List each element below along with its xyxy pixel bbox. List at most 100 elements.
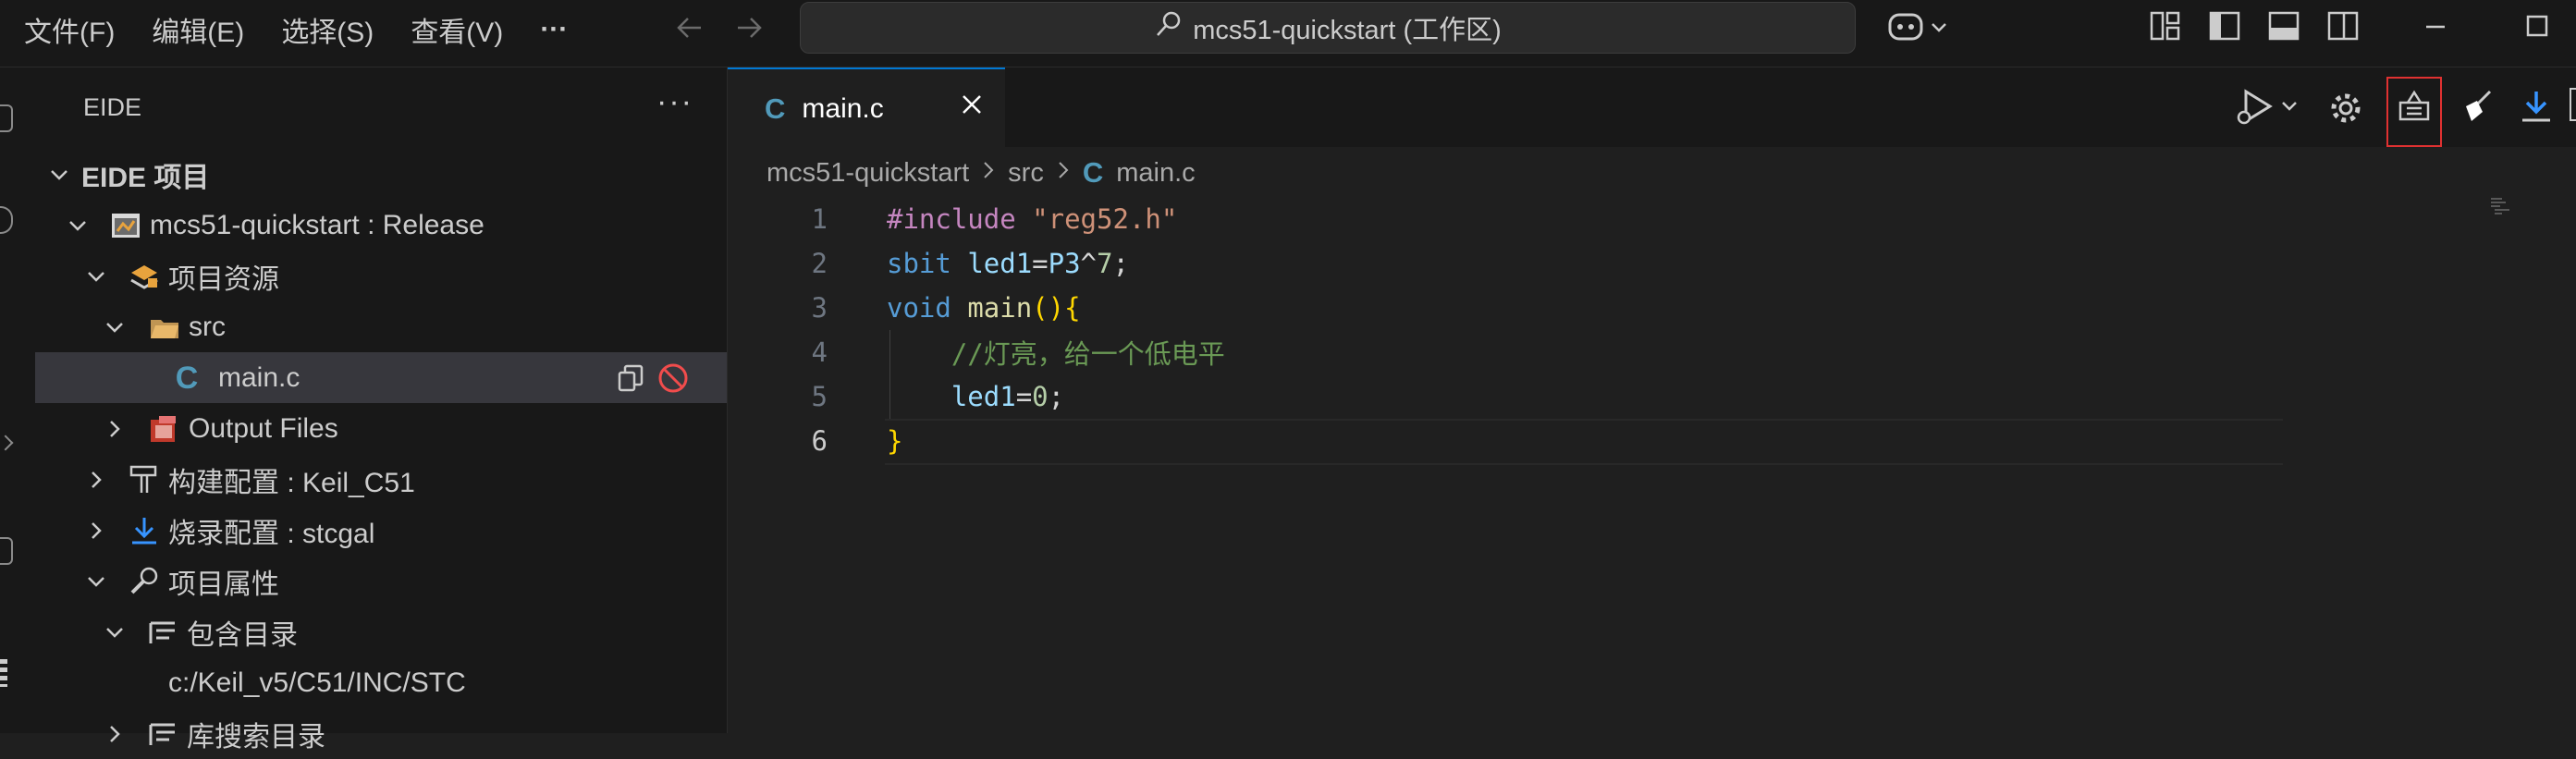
- customize-layout-icon[interactable]: [2149, 9, 2182, 47]
- gear-icon[interactable]: [2327, 90, 2364, 131]
- search-view-icon[interactable]: [0, 206, 13, 234]
- code-token: led1: [951, 381, 1016, 412]
- chevron-right-icon: [1053, 158, 1073, 189]
- tree-item-include-dirs[interactable]: 包含目录: [35, 606, 727, 657]
- sidebar-more-actions[interactable]: ···: [656, 84, 693, 120]
- tree-item-build-config[interactable]: 构建配置 : Keil_C51: [35, 454, 727, 505]
- menu-file[interactable]: 文件(F): [24, 9, 115, 50]
- tree-item-project-resources[interactable]: 项目资源: [35, 251, 727, 301]
- menu-view[interactable]: 查看(V): [411, 9, 503, 50]
- code-token: =: [1015, 381, 1033, 412]
- tree-label: 构建配置 : Keil_C51: [168, 467, 415, 498]
- more-actions-icon[interactable]: [2570, 88, 2576, 121]
- output-files-icon: [148, 412, 181, 446]
- menu-edit[interactable]: 编辑(E): [152, 9, 244, 50]
- code-line[interactable]: 5 led1=0;: [728, 374, 2484, 419]
- chevron-down-icon: [83, 569, 109, 594]
- run-debug-icon[interactable]: [2235, 86, 2300, 133]
- activity-bar: [0, 67, 35, 733]
- breadcrumb: mcs51-quickstart src C main.c: [767, 156, 1196, 190]
- clean-broom-icon[interactable]: [2459, 88, 2496, 129]
- copilot-icon[interactable]: [1886, 9, 1960, 51]
- tree-item-src-folder[interactable]: src: [35, 301, 727, 352]
- code-token: main: [967, 292, 1033, 324]
- chevron-right-icon: [978, 158, 999, 189]
- tab-bar: C main.c: [728, 67, 2576, 149]
- code-token: ;: [1112, 248, 1129, 279]
- toggle-secondary-sidebar-icon[interactable]: [2326, 9, 2360, 47]
- line-number: 4: [811, 337, 828, 368]
- breadcrumb-src[interactable]: src: [1008, 158, 1044, 189]
- menu-select[interactable]: 选择(S): [281, 9, 374, 50]
- tree-item-include-path[interactable]: c:/Keil_v5/C51/INC/STC: [35, 657, 727, 708]
- code-text: void main(){: [887, 292, 1081, 324]
- menu-more[interactable]: ···: [540, 14, 568, 45]
- close-icon[interactable]: [957, 90, 987, 127]
- maximize-icon[interactable]: [2521, 9, 2554, 47]
- back-arrow-icon[interactable]: [671, 9, 708, 55]
- tab-label: main.c: [802, 93, 884, 124]
- title-bar: 文件(F) 编辑(E) 选择(S) 查看(V) ··· mcs51-quicks…: [0, 0, 2576, 67]
- code-text: //灯亮，给一个低电平: [887, 333, 1225, 372]
- explorer-icon[interactable]: [0, 104, 13, 132]
- extensions-icon[interactable]: [0, 537, 13, 565]
- tree-label: 项目资源: [168, 263, 279, 295]
- tree-item-flash-config[interactable]: 烧录配置 : stcgal: [35, 505, 727, 556]
- project-icon: [109, 209, 142, 242]
- sidebar-title: EIDE: [83, 93, 142, 121]
- line-number: 6: [811, 425, 828, 457]
- tree-item-main-c[interactable]: C main.c: [35, 352, 727, 403]
- tab-main-c[interactable]: C main.c: [728, 67, 1005, 149]
- download-flash-icon[interactable]: [2518, 88, 2555, 129]
- run-debug-icon[interactable]: [0, 435, 14, 451]
- resources-icon: [128, 260, 161, 293]
- chevron-down-icon: [65, 213, 91, 239]
- code-token: (): [1032, 292, 1065, 324]
- minimize-icon[interactable]: [2419, 9, 2452, 47]
- code-line[interactable]: 1 #include "reg52.h": [728, 197, 2484, 241]
- code-token: ^: [1080, 248, 1098, 279]
- code-text: #include "reg52.h": [887, 203, 1177, 235]
- tree-section-eide-project[interactable]: EIDE 项目: [35, 149, 727, 200]
- forward-arrow-icon[interactable]: [730, 9, 767, 55]
- build-config-icon: [128, 463, 161, 496]
- tree-item-project[interactable]: mcs51-quickstart : Release: [35, 200, 727, 251]
- breadcrumb-workspace[interactable]: mcs51-quickstart: [767, 158, 969, 189]
- toggle-primary-sidebar-icon[interactable]: [2208, 9, 2241, 47]
- chevron-down-icon: [46, 162, 72, 188]
- code-line[interactable]: 2 sbit led1=P3^7;: [728, 241, 2484, 286]
- code-line[interactable]: 4 //灯亮，给一个低电平: [728, 330, 2484, 374]
- eide-icon[interactable]: [0, 659, 7, 687]
- exclude-file-icon[interactable]: [656, 361, 690, 402]
- build-button-highlight[interactable]: [2386, 77, 2442, 147]
- code-line[interactable]: 6}: [728, 419, 2484, 463]
- chevron-down-icon: [83, 263, 109, 289]
- line-number: 2: [811, 248, 828, 279]
- tree-label: Output Files: [189, 412, 338, 444]
- command-center-search[interactable]: mcs51-quickstart (工作区): [800, 2, 1856, 54]
- folder-icon: [148, 311, 181, 344]
- code-token: =: [1032, 248, 1049, 279]
- eide-sidebar: EIDE ··· EIDE 项目 mcs51-quickstart : Rele…: [35, 67, 728, 753]
- tree-item-project-properties[interactable]: 项目属性: [35, 556, 727, 606]
- line-number: 5: [811, 381, 828, 412]
- tree-label: 包含目录: [187, 619, 298, 651]
- code-token: //灯亮，给一个低电平: [951, 338, 1225, 370]
- menu-bar: 文件(F) 编辑(E) 选择(S) 查看(V) ···: [24, 0, 605, 59]
- breadcrumb-file[interactable]: main.c: [1116, 158, 1195, 189]
- tree-label: EIDE 项目: [81, 162, 210, 193]
- toggle-panel-icon[interactable]: [2267, 9, 2300, 47]
- tree-label: 库搜索目录: [187, 721, 325, 753]
- code-token: {: [1064, 292, 1081, 324]
- tree-label: main.c: [218, 361, 301, 393]
- tree-item-output-files[interactable]: Output Files: [35, 403, 727, 454]
- chevron-right-icon: [83, 467, 109, 493]
- copy-icon[interactable]: [616, 363, 645, 400]
- code-line[interactable]: 3 void main(){: [728, 286, 2484, 330]
- code-token: }: [887, 425, 903, 457]
- minimap[interactable]: [2489, 197, 2545, 215]
- tree-label: 项目属性: [168, 569, 279, 600]
- tree-item-lib-dirs[interactable]: 库搜索目录: [35, 708, 727, 759]
- c-file-icon: C: [1082, 156, 1104, 189]
